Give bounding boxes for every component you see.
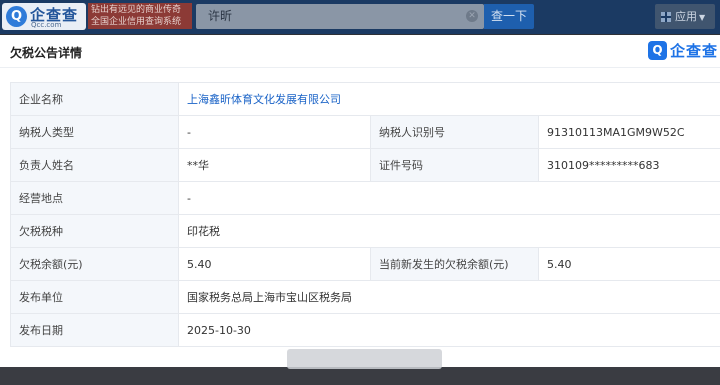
- id-number-value: 310109*********683: [538, 148, 720, 182]
- tax-notice-detail-dialog: 欠税公告详情 Q 企查查 企业名称 上海鑫昕体育文化发展有限公司 纳税人类型 -…: [0, 35, 720, 367]
- search-input[interactable]: 许昕: [196, 4, 484, 29]
- blurred-overlay: [287, 349, 442, 369]
- chevron-down-icon: ▼: [699, 13, 706, 22]
- grid-icon: [661, 12, 671, 22]
- dialog-header: 欠税公告详情 Q 企查查: [0, 35, 720, 68]
- table-row: 纳税人类型 - 纳税人识别号 91310113MA1GM9W52C: [10, 115, 720, 149]
- issuing-authority-value: 国家税务总局上海市宝山区税务局: [178, 280, 720, 314]
- issuing-authority-label: 发布单位: [10, 280, 179, 314]
- tax-balance-value: 5.40: [178, 247, 371, 281]
- table-row: 欠税税种 印花税: [10, 214, 720, 248]
- business-address-label: 经营地点: [10, 181, 179, 215]
- slogan-banner: 钻出有远见的商业传奇 全国企业信用查询系统: [88, 3, 192, 29]
- tax-type-label: 欠税税种: [10, 214, 179, 248]
- dimmed-background: [0, 367, 720, 385]
- table-row: 发布日期 2025-10-30: [10, 313, 720, 347]
- apps-menu-button[interactable]: 应用 ▼: [655, 4, 715, 29]
- site-logo[interactable]: Q 企查查 Qcc.com: [2, 3, 86, 30]
- dialog-title: 欠税公告详情: [10, 46, 83, 60]
- table-row: 经营地点 -: [10, 181, 720, 215]
- table-row: 企业名称 上海鑫昕体育文化发展有限公司: [10, 82, 720, 116]
- apps-label: 应用: [675, 10, 697, 23]
- new-tax-balance-value: 5.40: [538, 247, 720, 281]
- taxpayer-type-label: 纳税人类型: [10, 115, 179, 149]
- publish-date-value: 2025-10-30: [178, 313, 720, 347]
- taxpayer-id-label: 纳税人识别号: [370, 115, 539, 149]
- search-button[interactable]: 查一下: [484, 4, 534, 29]
- top-navigation-bar: Q 企查查 Qcc.com 钻出有远见的商业传奇 全国企业信用查询系统 许昕 ✕…: [0, 0, 720, 34]
- table-row: 负责人姓名 **华 证件号码 310109*********683: [10, 148, 720, 182]
- responsible-person-label: 负责人姓名: [10, 148, 179, 182]
- responsible-person-value: **华: [178, 148, 371, 182]
- business-address-value: -: [178, 181, 720, 215]
- taxpayer-type-value: -: [178, 115, 371, 149]
- brand-logo-icon: Q: [648, 41, 667, 60]
- clear-icon[interactable]: ✕: [466, 10, 478, 22]
- brand-logo-text: 企查查: [670, 42, 719, 60]
- tax-balance-label: 欠税余额(元): [10, 247, 179, 281]
- company-name-link[interactable]: 上海鑫昕体育文化发展有限公司: [187, 93, 341, 106]
- table-row: 欠税余额(元) 5.40 当前新发生的欠税余额(元) 5.40: [10, 247, 720, 281]
- logo-subtext: Qcc.com: [31, 21, 62, 29]
- table-row: 发布单位 国家税务总局上海市宝山区税务局: [10, 280, 720, 314]
- publish-date-label: 发布日期: [10, 313, 179, 347]
- new-tax-balance-label: 当前新发生的欠税余额(元): [370, 247, 539, 281]
- taxpayer-id-value: 91310113MA1GM9W52C: [538, 115, 720, 149]
- detail-table: 企业名称 上海鑫昕体育文化发展有限公司 纳税人类型 - 纳税人识别号 91310…: [10, 82, 720, 347]
- logo-mark-icon: Q: [6, 6, 27, 27]
- tax-type-value: 印花税: [178, 214, 720, 248]
- id-number-label: 证件号码: [370, 148, 539, 182]
- company-name-label: 企业名称: [10, 82, 179, 116]
